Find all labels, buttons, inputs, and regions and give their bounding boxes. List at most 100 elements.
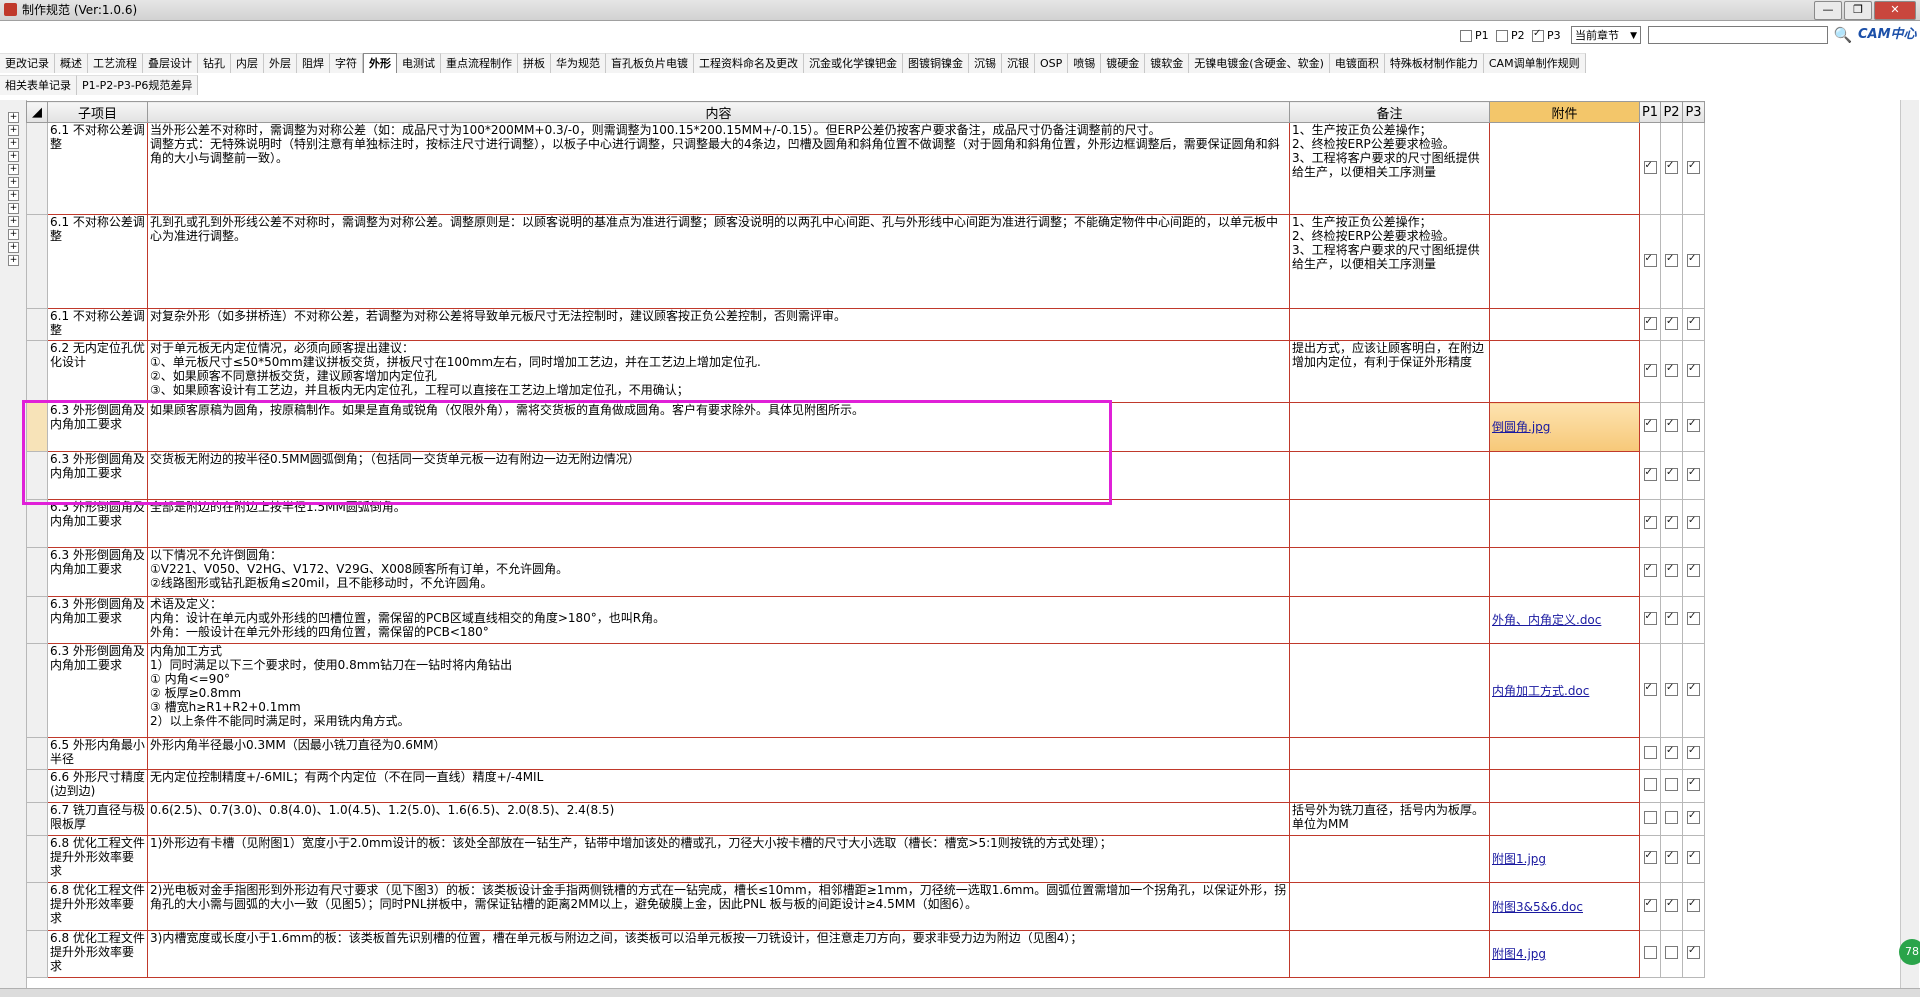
p1-checkbox[interactable] <box>1643 811 1657 824</box>
sub-item-cell[interactable]: 6.3 外形倒圆角及内角加工要求 <box>47 451 148 500</box>
p3-checkbox[interactable] <box>1687 417 1700 432</box>
sub-item-cell[interactable]: 6.8 优化工程文件提升外形效率要求 <box>47 882 148 931</box>
p1-cell[interactable] <box>1639 737 1661 770</box>
tab-main-9[interactable]: 外形 <box>363 53 397 73</box>
p3-cell[interactable] <box>1682 451 1705 500</box>
tree-expand-icon[interactable]: + <box>8 151 19 162</box>
select-all-header[interactable]: ◢ <box>26 101 48 123</box>
sub-item-cell[interactable]: 6.8 优化工程文件提升外形效率要求 <box>47 835 148 883</box>
p2-cell[interactable] <box>1660 340 1683 403</box>
tab-extra-0[interactable]: 相关表单记录 <box>0 75 77 95</box>
tab-main-27[interactable]: CAM调单制作规则 <box>1483 53 1586 73</box>
table-row[interactable]: 6.1 不对称公差调整 对复杂外形（如多拼桥连）不对称公差，若调整为对称公差将导致… <box>26 308 1705 341</box>
note-cell[interactable] <box>1289 930 1490 978</box>
p2-cell[interactable] <box>1660 499 1683 548</box>
p1-cell[interactable] <box>1639 643 1661 738</box>
p2-cell[interactable] <box>1660 882 1683 931</box>
column-header-p1[interactable]: P1 <box>1639 101 1661 123</box>
table-row[interactable]: 6.8 优化工程文件提升外形效率要求 2)光电板对金手指图形到外形边有尺寸要求（见… <box>26 882 1705 931</box>
row-selector[interactable] <box>26 769 48 803</box>
p3-filter[interactable]: P3 <box>1532 28 1561 42</box>
p2-cell[interactable] <box>1660 802 1683 836</box>
note-cell[interactable] <box>1289 547 1490 597</box>
attachment-cell[interactable] <box>1489 802 1640 836</box>
scope-select[interactable]: 当前章节 ▼ <box>1571 26 1641 44</box>
p3-cell[interactable] <box>1682 882 1705 931</box>
table-row[interactable]: 6.1 不对称公差调整 当外形公差不对称时，需调整为对称公差（如：成品尺寸为100… <box>26 122 1705 215</box>
content-cell[interactable]: 孔到孔或孔到外形线公差不对称时，需调整为对称公差。调整原则是：以顾客说明的基准点… <box>147 214 1290 309</box>
content-cell[interactable]: 当外形公差不对称时，需调整为对称公差（如：成品尺寸为100*200MM+0.3/… <box>147 122 1290 215</box>
tab-main-19[interactable]: 沉银 <box>1002 53 1035 73</box>
p1-checkbox[interactable] <box>1643 417 1657 432</box>
p1-cell[interactable] <box>1639 882 1661 931</box>
note-cell[interactable] <box>1289 882 1490 931</box>
table-row[interactable]: 6.3 外形倒圆角及内角加工要求 全部是附边的在附边上按半径1.5MM圆弧倒角。 <box>26 499 1705 548</box>
p1-checkbox[interactable] <box>1643 562 1657 577</box>
table-row[interactable]: 6.8 优化工程文件提升外形效率要求 3)内槽宽度或长度小于1.6mm的板：该类板… <box>26 930 1705 978</box>
row-selector[interactable] <box>26 930 48 978</box>
tree-expand-icon[interactable]: + <box>8 177 19 188</box>
tree-expand-icon[interactable]: + <box>8 255 19 266</box>
content-cell[interactable]: 外形内角半径最小0.3MM（因最小铣刀直径为0.6MM） <box>147 737 1290 770</box>
maximize-button[interactable]: ❐ <box>1844 1 1872 20</box>
p3-checkbox[interactable] <box>1687 744 1700 759</box>
tab-main-17[interactable]: 图镀铜镍金 <box>903 53 969 73</box>
p3-cell[interactable] <box>1682 308 1705 341</box>
p3-checkbox[interactable] <box>1687 514 1700 529</box>
table-row[interactable]: 6.3 外形倒圆角及内角加工要求 以下情况不允许倒圆角： ①V221、V050、V… <box>26 547 1705 597</box>
attachment-cell[interactable]: 附图3&5&6.doc <box>1489 882 1640 931</box>
table-row[interactable]: 6.5 外形内角最小半径 外形内角半径最小0.3MM（因最小铣刀直径为0.6MM） <box>26 737 1705 770</box>
tab-main-26[interactable]: 特殊板材制作能力 <box>1384 53 1484 73</box>
p2-checkbox[interactable] <box>1665 562 1678 577</box>
content-cell[interactable]: 全部是附边的在附边上按半径1.5MM圆弧倒角。 <box>147 499 1290 548</box>
p1-checkbox[interactable] <box>1643 946 1657 959</box>
note-cell[interactable]: 1、生产按正负公差操作； 2、终检按ERP公差要求检验。 3、工程将客户要求的尺… <box>1289 122 1490 215</box>
p1-cell[interactable] <box>1639 930 1661 978</box>
tab-main-2[interactable]: 工艺流程 <box>88 53 143 73</box>
row-selector[interactable] <box>26 737 48 770</box>
tree-expand-icon[interactable]: + <box>8 203 19 214</box>
attachment-cell[interactable]: 外角、内角定义.doc <box>1489 596 1640 644</box>
p2-cell[interactable] <box>1660 835 1683 883</box>
p1-cell[interactable] <box>1639 122 1661 215</box>
table-row[interactable]: 6.3 外形倒圆角及内角加工要求 内角加工方式 1）同时满足以下三个要求时，使用0… <box>26 643 1705 738</box>
content-cell[interactable]: 对于单元板无内定位情况，必须向顾客提出建议： ①、单元板尺寸≤50*50mm建议… <box>147 340 1290 403</box>
p1-cell[interactable] <box>1639 402 1661 452</box>
row-selector[interactable] <box>26 547 48 597</box>
table-row[interactable]: 6.3 外形倒圆角及内角加工要求 术语及定义： 内角：设计在单元内或外形线的凹槽位… <box>26 596 1705 644</box>
tab-main-0[interactable]: 更改记录 <box>0 53 55 73</box>
p2-filter[interactable]: P2 <box>1496 29 1525 42</box>
p2-checkbox[interactable] <box>1665 811 1678 824</box>
p2-checkbox[interactable] <box>1665 315 1678 330</box>
p2-checkbox[interactable] <box>1665 417 1678 432</box>
p2-cell[interactable] <box>1660 596 1683 644</box>
p2-checkbox[interactable] <box>1665 159 1678 174</box>
p3-checkbox[interactable] <box>1687 610 1700 625</box>
note-cell[interactable] <box>1289 737 1490 770</box>
p1-checkbox[interactable] <box>1643 252 1657 267</box>
p1-cell[interactable] <box>1639 499 1661 548</box>
tab-main-7[interactable]: 阻焊 <box>297 53 330 73</box>
tree-expand-icon[interactable]: + <box>8 164 19 175</box>
tree-expand-icon[interactable]: + <box>8 112 19 123</box>
p1-checkbox[interactable] <box>1643 897 1657 912</box>
p2-cell[interactable] <box>1660 547 1683 597</box>
p2-cell[interactable] <box>1660 737 1683 770</box>
attachment-cell[interactable] <box>1489 737 1640 770</box>
table-row[interactable]: 6.2 无内定位孔优化设计 对于单元板无内定位情况，必须向顾客提出建议： ①、单元… <box>26 340 1705 403</box>
tab-main-25[interactable]: 电镀面积 <box>1329 53 1385 73</box>
p3-cell[interactable] <box>1682 214 1705 309</box>
row-selector[interactable] <box>26 882 48 931</box>
note-cell[interactable] <box>1289 643 1490 738</box>
content-cell[interactable]: 交货板无附边的按半径0.5MM圆弧倒角；（包括同一交货单元板一边有附边一边无附边… <box>147 451 1290 500</box>
note-cell[interactable] <box>1289 402 1490 452</box>
column-header-sub[interactable]: 子项目 <box>47 101 148 123</box>
p1-cell[interactable] <box>1639 340 1661 403</box>
p1-cell[interactable] <box>1639 308 1661 341</box>
column-header-content[interactable]: 内容 <box>147 101 1290 123</box>
note-cell[interactable]: 括号外为铣刀直径，括号内为板厚。单位为MM <box>1289 802 1490 836</box>
p2-checkbox[interactable] <box>1665 362 1678 377</box>
row-selector[interactable] <box>26 308 48 341</box>
content-cell[interactable]: 如果顾客原稿为圆角，按原稿制作。如果是直角或锐角（仅限外角），需将交货板的直角做… <box>147 402 1290 452</box>
table-row[interactable]: 6.3 外形倒圆角及内角加工要求 交货板无附边的按半径0.5MM圆弧倒角；（包括同… <box>26 451 1705 500</box>
